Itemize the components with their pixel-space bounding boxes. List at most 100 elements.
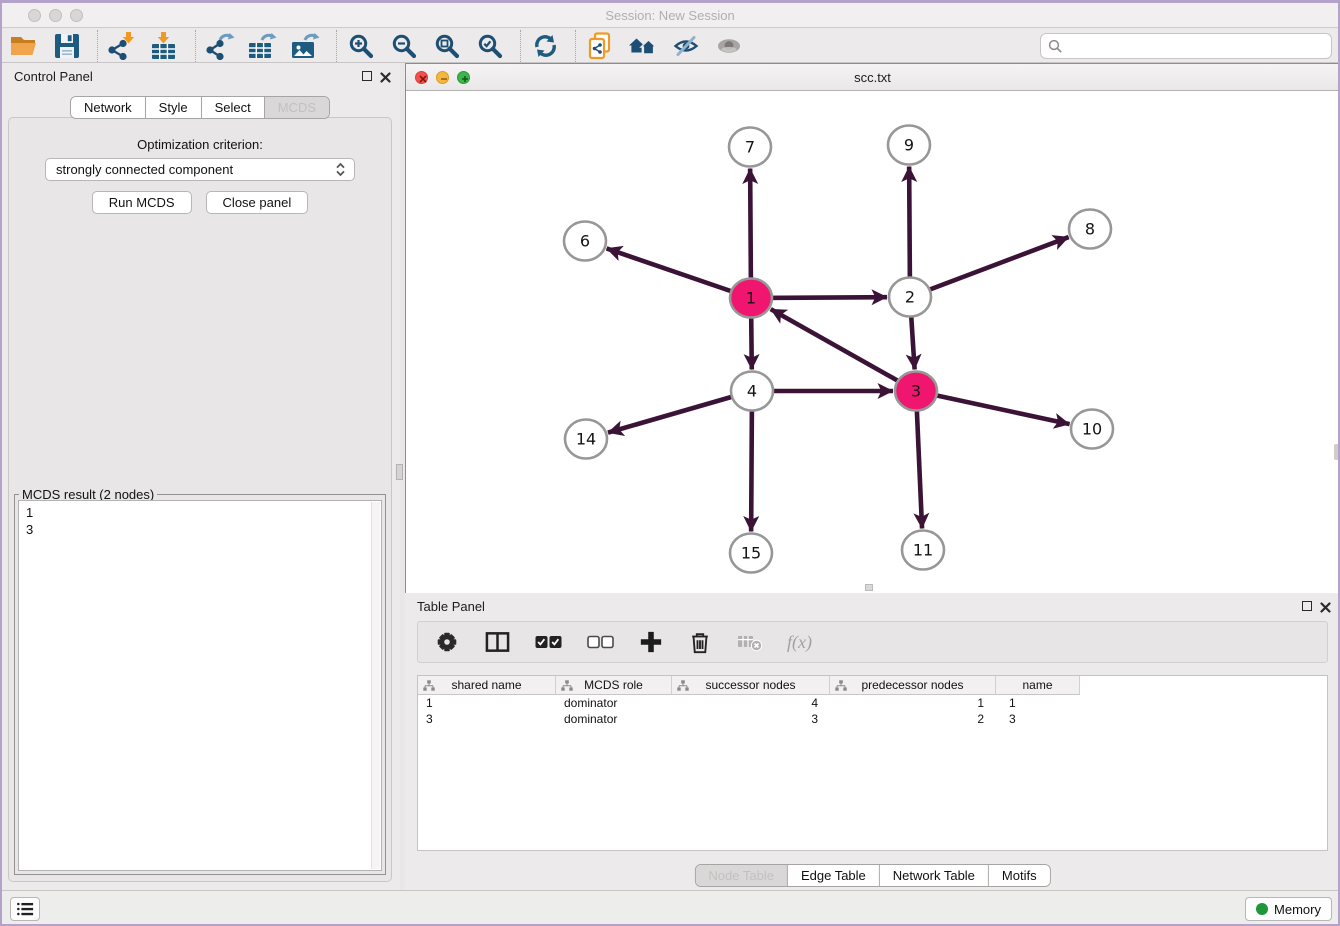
tab-style[interactable]: Style bbox=[146, 97, 202, 118]
graph-edge-3-1[interactable] bbox=[771, 309, 916, 391]
tab-motifs[interactable]: Motifs bbox=[989, 865, 1050, 886]
tab-select[interactable]: Select bbox=[202, 97, 265, 118]
memory-button[interactable]: Memory bbox=[1245, 897, 1332, 921]
graph-node-label: 6 bbox=[580, 232, 590, 251]
graph-node-label: 2 bbox=[905, 288, 915, 307]
float-panel-icon[interactable] bbox=[362, 71, 372, 81]
zoom-fit-icon[interactable] bbox=[432, 31, 462, 61]
float-table-panel-icon[interactable] bbox=[1302, 601, 1312, 611]
tab-node-table[interactable]: Node Table bbox=[695, 865, 788, 886]
graph-node-8[interactable]: 8 bbox=[1069, 210, 1111, 249]
home-network-icon[interactable] bbox=[628, 31, 658, 61]
table-settings-gear-icon[interactable] bbox=[434, 629, 460, 655]
table-panel-tabs: Node Table Edge Table Network Table Moti… bbox=[694, 864, 1050, 887]
ndex-share-icon[interactable] bbox=[585, 31, 615, 61]
export-image-icon[interactable] bbox=[291, 31, 321, 61]
graph-edge-4-15[interactable] bbox=[751, 391, 752, 532]
control-panel: Control Panel Network Style Select MCDS … bbox=[0, 63, 400, 890]
delete-table-icon-disabled bbox=[737, 631, 762, 653]
show-graphics-details-icon[interactable] bbox=[714, 31, 744, 61]
tab-edge-table[interactable]: Edge Table bbox=[788, 865, 880, 886]
graph-node-10[interactable]: 10 bbox=[1071, 410, 1113, 449]
graph-node-15[interactable]: 15 bbox=[730, 534, 772, 573]
network-window-title: scc.txt bbox=[406, 70, 1339, 85]
control-panel-tabs: Network Style Select MCDS bbox=[70, 96, 330, 119]
graph-node-3[interactable]: 3 bbox=[895, 372, 937, 411]
open-session-icon[interactable] bbox=[9, 31, 39, 61]
zoom-selected-icon[interactable] bbox=[475, 31, 505, 61]
close-panel-button[interactable]: Close panel bbox=[206, 191, 309, 214]
vertical-splitter-handle[interactable] bbox=[396, 464, 403, 480]
table-row[interactable]: 1 dominator 4 1 1 bbox=[418, 695, 1327, 711]
tab-network[interactable]: Network bbox=[71, 97, 146, 118]
column-header-shared-name[interactable]: shared name bbox=[418, 676, 556, 695]
toolbar-separator bbox=[195, 30, 196, 62]
select-all-rows-icon[interactable] bbox=[535, 635, 562, 649]
graph-edge-3-10[interactable] bbox=[916, 391, 1070, 424]
node-table[interactable]: shared name MCDS role successor nodes pr… bbox=[417, 675, 1328, 851]
close-table-panel-icon[interactable] bbox=[1320, 600, 1331, 618]
graph-node-label: 10 bbox=[1082, 420, 1102, 439]
cell-mcds-role: dominator bbox=[556, 695, 672, 711]
attribute-tree-icon bbox=[561, 680, 573, 691]
result-scrollbar[interactable] bbox=[371, 502, 380, 869]
graph-node-11[interactable]: 11 bbox=[902, 531, 944, 570]
zoom-in-icon[interactable] bbox=[346, 31, 376, 61]
criterion-select[interactable]: strongly connected component bbox=[45, 158, 355, 181]
attribute-tree-icon bbox=[835, 680, 847, 691]
list-icon bbox=[16, 901, 34, 917]
graph-node-6[interactable]: 6 bbox=[564, 222, 606, 261]
column-header-name[interactable]: name bbox=[996, 676, 1080, 695]
graph-node-7[interactable]: 7 bbox=[729, 128, 771, 167]
status-bar: Memory bbox=[0, 890, 1340, 926]
graph-node-label: 8 bbox=[1085, 220, 1095, 239]
export-table-icon[interactable] bbox=[248, 31, 278, 61]
zoom-out-icon[interactable] bbox=[389, 31, 419, 61]
toolbar-separator bbox=[575, 30, 576, 62]
apply-layout-icon[interactable] bbox=[530, 31, 560, 61]
horizontal-splitter-handle[interactable] bbox=[865, 584, 873, 591]
split-table-view-icon[interactable] bbox=[485, 630, 510, 654]
folder-front bbox=[11, 43, 36, 55]
graph-node-1[interactable]: 1 bbox=[730, 279, 772, 318]
toolbar-separator bbox=[336, 30, 337, 62]
import-table-icon[interactable] bbox=[150, 31, 180, 61]
graph-node-2[interactable]: 2 bbox=[889, 278, 931, 317]
network-view-window: scc.txt 7 9 6 8 1 2 4 3 14 10 15 11 bbox=[405, 63, 1340, 593]
cell-predecessor-nodes: 1 bbox=[830, 695, 996, 711]
control-panel-title: Control Panel bbox=[14, 69, 93, 84]
column-header-predecessor-nodes[interactable]: predecessor nodes bbox=[830, 676, 996, 695]
graph-edge-1-6[interactable] bbox=[607, 248, 751, 298]
tab-mcds[interactable]: MCDS bbox=[265, 97, 329, 118]
window-title: Session: New Session bbox=[0, 8, 1340, 23]
attribute-tree-icon bbox=[677, 680, 689, 691]
hide-graphics-details-icon[interactable] bbox=[671, 31, 701, 61]
graph-node-9[interactable]: 9 bbox=[888, 126, 930, 165]
run-mcds-button[interactable]: Run MCDS bbox=[92, 191, 192, 214]
graph-node-14[interactable]: 14 bbox=[565, 420, 607, 459]
delete-column-trash-icon[interactable] bbox=[688, 630, 712, 655]
deselect-all-rows-icon[interactable] bbox=[587, 635, 614, 649]
graph-edge-4-14[interactable] bbox=[608, 391, 752, 433]
close-panel-icon[interactable] bbox=[380, 70, 391, 88]
mcds-result-list[interactable]: 1 3 bbox=[18, 500, 382, 871]
import-network-icon[interactable] bbox=[107, 31, 137, 61]
save-session-icon[interactable] bbox=[52, 31, 82, 61]
add-column-icon[interactable] bbox=[639, 630, 663, 654]
tab-network-table[interactable]: Network Table bbox=[880, 865, 989, 886]
export-network-icon[interactable] bbox=[205, 31, 235, 61]
column-header-mcds-role[interactable]: MCDS role bbox=[556, 676, 672, 695]
column-header-successor-nodes[interactable]: successor nodes bbox=[672, 676, 830, 695]
graph-node-4[interactable]: 4 bbox=[731, 372, 773, 411]
cell-shared-name: 3 bbox=[418, 711, 556, 727]
search-input[interactable] bbox=[1068, 36, 1331, 56]
graph-node-label: 4 bbox=[747, 382, 757, 401]
table-panel-title: Table Panel bbox=[417, 599, 485, 614]
show-panels-menu-button[interactable] bbox=[10, 897, 40, 921]
network-graph[interactable]: 7 9 6 8 1 2 4 3 14 10 15 11 bbox=[406, 91, 1339, 593]
graph-edge-2-8[interactable] bbox=[910, 237, 1069, 297]
graph-node-label: 7 bbox=[745, 138, 755, 157]
table-row[interactable]: 3 dominator 3 2 3 bbox=[418, 711, 1327, 727]
graph-node-label: 15 bbox=[741, 544, 761, 563]
network-vscroll-thumb[interactable] bbox=[1334, 444, 1339, 460]
